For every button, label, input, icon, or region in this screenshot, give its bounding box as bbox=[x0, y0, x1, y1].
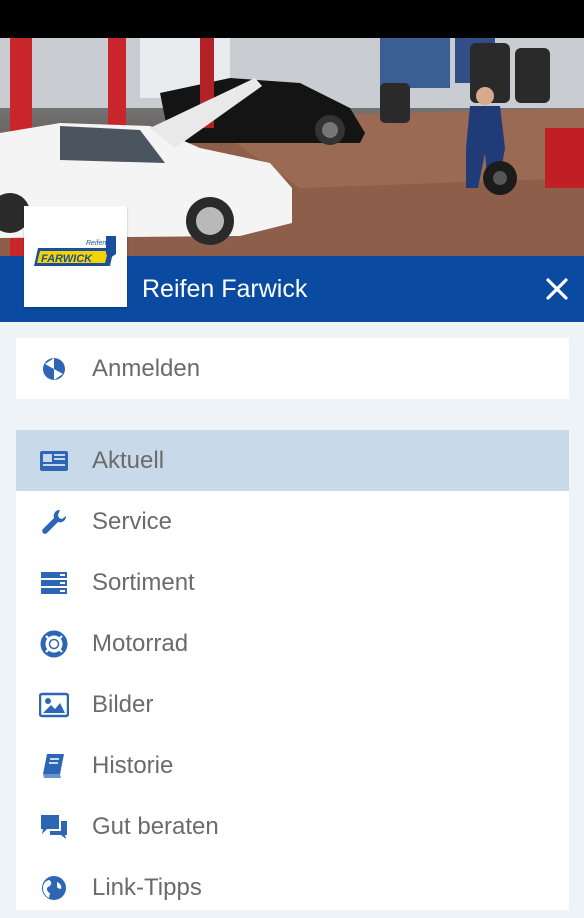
login-item[interactable]: Anmelden bbox=[16, 338, 569, 399]
logo-text-main: FARWICK bbox=[41, 253, 93, 265]
close-button[interactable] bbox=[540, 272, 574, 306]
menu-item-service[interactable]: Service bbox=[16, 491, 569, 552]
menu-item-label: Motorrad bbox=[92, 629, 189, 657]
menu-item-historie[interactable]: Historie bbox=[16, 735, 569, 796]
chat-icon bbox=[39, 812, 69, 842]
menu-item-gut-beraten[interactable]: Gut beraten bbox=[16, 796, 569, 857]
menu-item-label: Link-Tipps bbox=[92, 873, 202, 901]
app-logo: Reifen FARWICK bbox=[24, 206, 127, 307]
wrench-icon bbox=[39, 507, 69, 537]
menu-item-label: Sortiment bbox=[92, 568, 195, 596]
app-title: Reifen Farwick bbox=[142, 275, 308, 303]
login-label: Anmelden bbox=[92, 354, 201, 382]
menu-item-label: Gut beraten bbox=[92, 812, 219, 840]
menu-item-link-tipps[interactable]: Link-Tipps bbox=[16, 857, 569, 918]
list-icon bbox=[39, 568, 69, 598]
menu-item-aktuell[interactable]: Aktuell bbox=[16, 430, 569, 491]
menu-item-label: Bilder bbox=[92, 690, 154, 718]
menu-item-label: Historie bbox=[92, 751, 174, 779]
globe-icon bbox=[39, 873, 69, 903]
close-icon bbox=[546, 278, 568, 300]
newspaper-icon bbox=[39, 446, 69, 476]
menu-item-bilder[interactable]: Bilder bbox=[16, 674, 569, 735]
menu-item-motorrad[interactable]: Motorrad bbox=[16, 613, 569, 674]
menu-item-label: Aktuell bbox=[92, 446, 165, 474]
login-card: Anmelden bbox=[16, 338, 569, 399]
book-icon bbox=[39, 751, 69, 781]
login-icon bbox=[39, 354, 69, 384]
image-icon bbox=[39, 690, 69, 720]
logo-text-top: Reifen bbox=[86, 240, 106, 247]
menu-item-sortiment[interactable]: Sortiment bbox=[16, 552, 569, 613]
menu-list: Aktuell Service Sortiment Motorrad Bilde… bbox=[16, 430, 569, 910]
menu-item-label: Service bbox=[92, 507, 173, 535]
lifebuoy-icon bbox=[39, 629, 69, 659]
status-bar bbox=[0, 0, 584, 38]
